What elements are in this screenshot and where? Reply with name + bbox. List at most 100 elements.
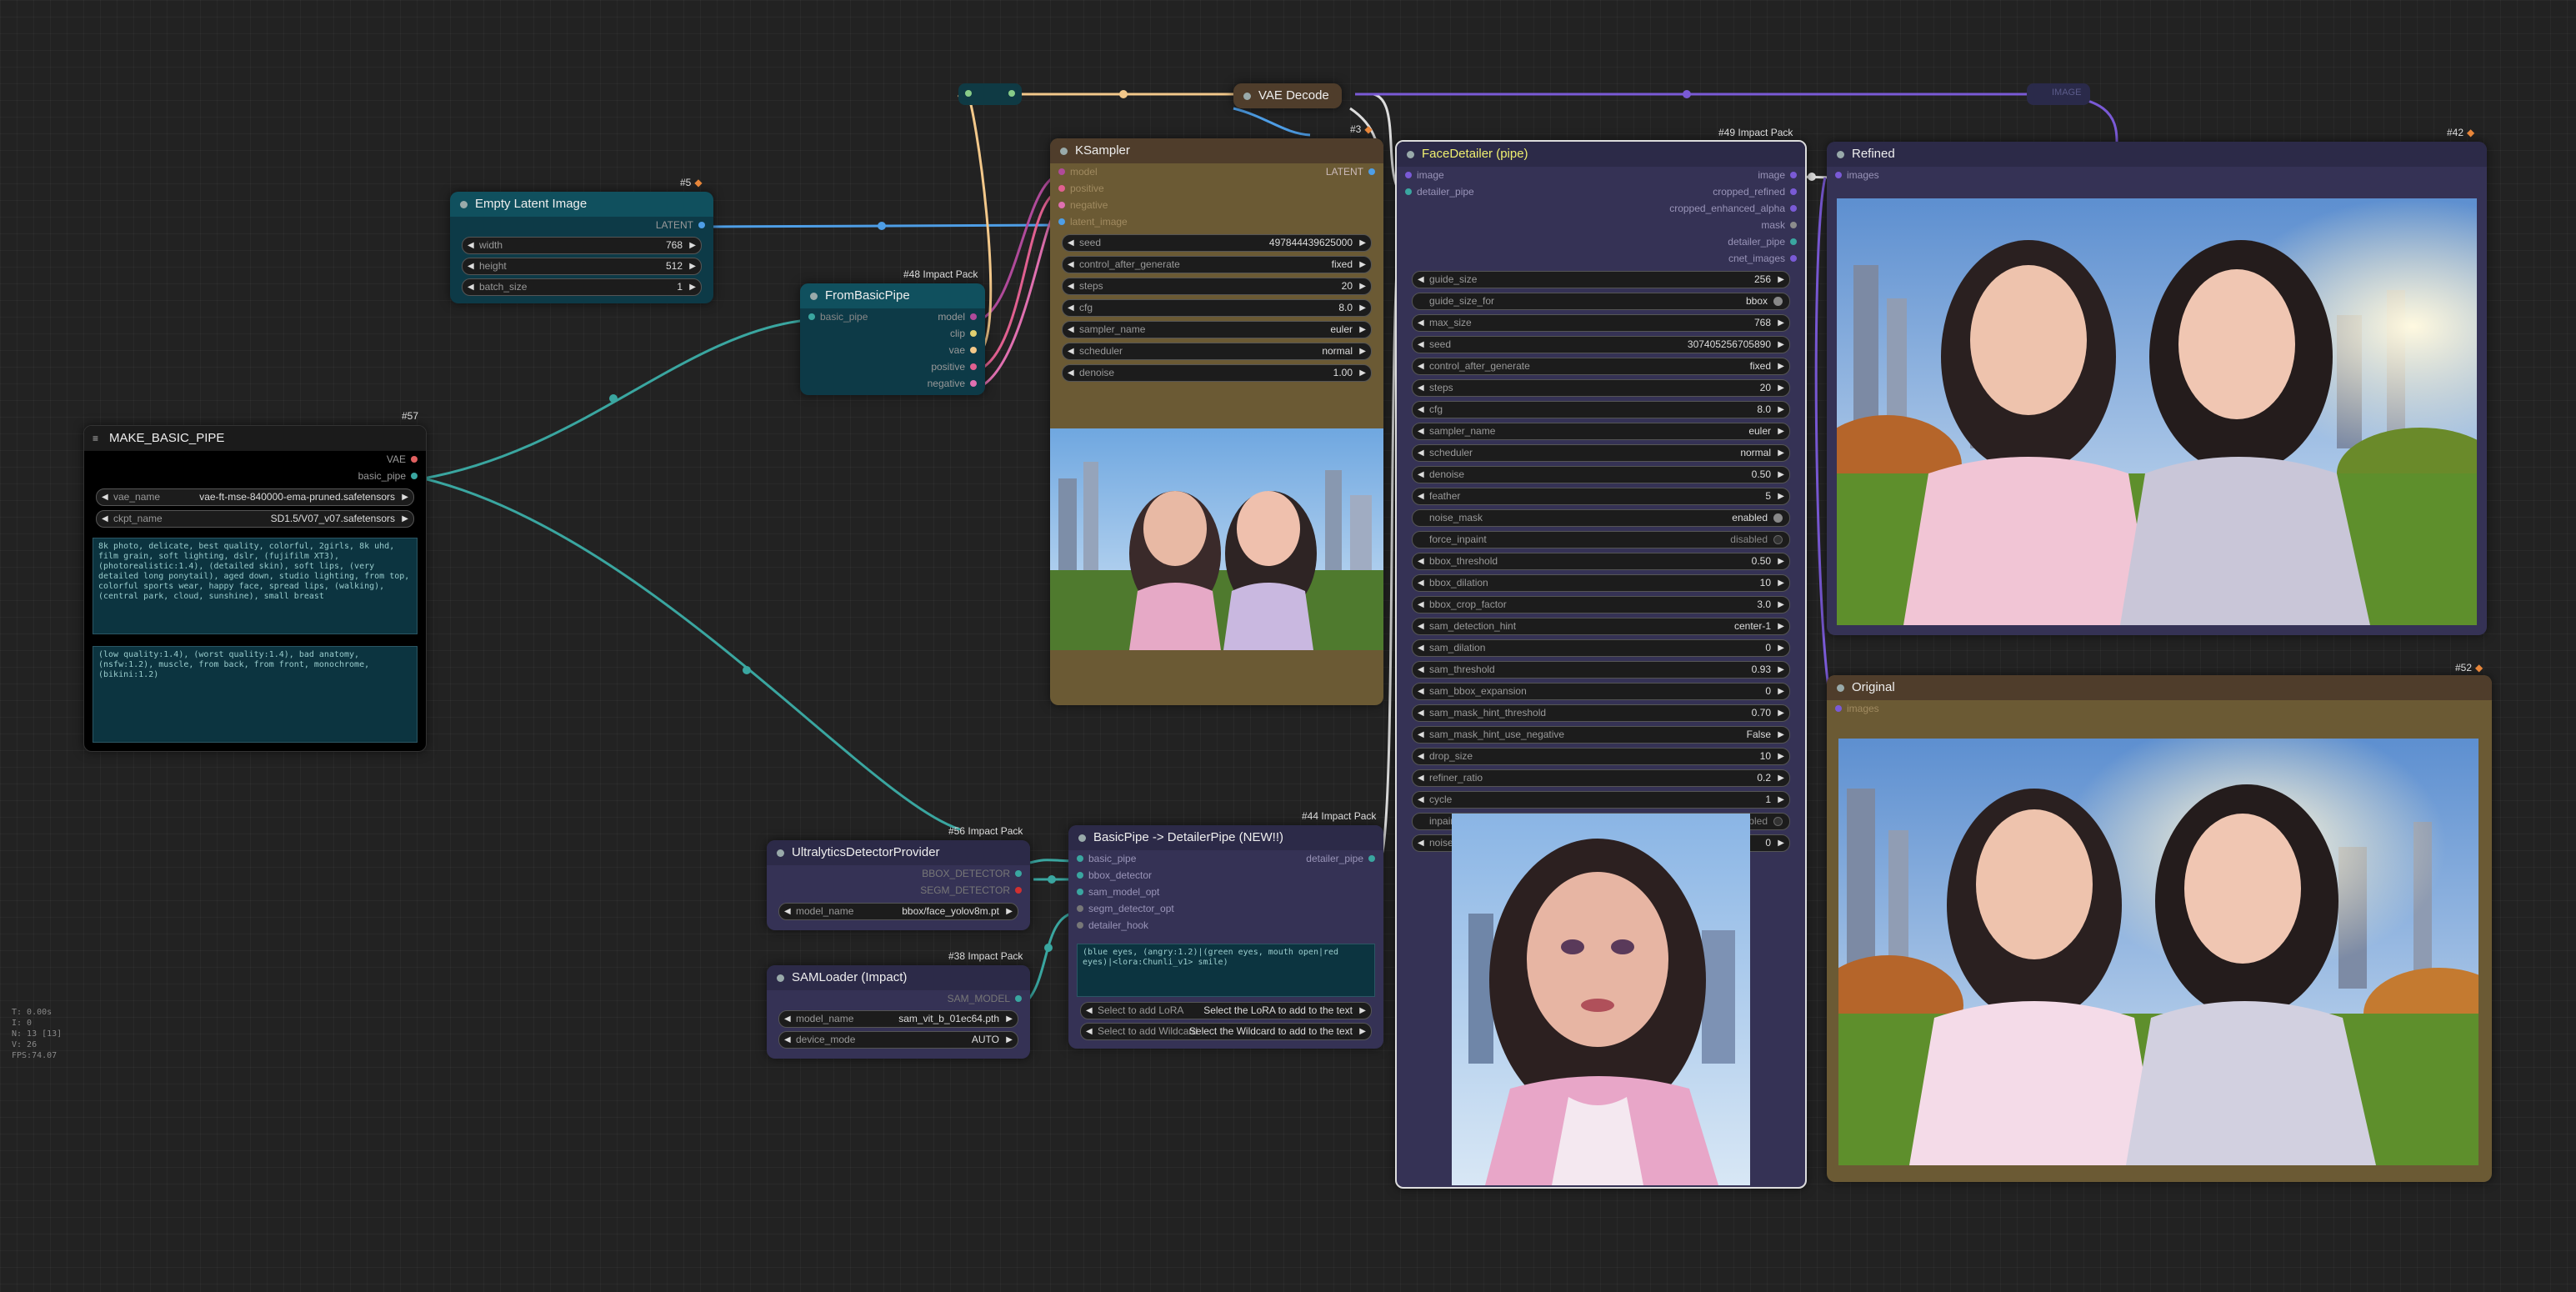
right-arrow-icon[interactable]: ▶ [689,238,696,253]
node-dot-icon[interactable] [460,201,468,208]
seed-widget[interactable]: ◀ seed 497844439625000 ▶ [1062,234,1372,252]
input-model[interactable]: model LATENT [1050,163,1383,180]
input-detailer-pipe[interactable]: detailer_pipe cropped_refined [1397,183,1805,200]
left-arrow-icon[interactable]: ◀ [784,904,791,919]
left-arrow-icon[interactable]: ◀ [1418,662,1424,678]
right-arrow-icon[interactable]: ▶ [1006,1011,1013,1027]
negative-prompt-textarea[interactable]: (low quality:1.4), (worst quality:1.4), … [93,646,418,743]
left-arrow-icon[interactable]: ◀ [468,279,474,295]
toggle-icon[interactable] [1773,817,1783,826]
node-face-detailer[interactable]: FaceDetailer (pipe) image image detailer_… [1395,140,1807,1189]
node-dot-icon[interactable] [1078,834,1086,842]
left-arrow-icon[interactable]: ◀ [1418,705,1424,721]
node-title[interactable]: KSampler [1050,138,1383,163]
input-sam-model-opt[interactable]: sam_model_opt [1068,884,1383,900]
node-samloader[interactable]: SAMLoader (Impact) SAM_MODEL ◀ model_name… [767,965,1030,1059]
left-arrow-icon[interactable]: ◀ [1068,322,1074,338]
node-ultralytics-detector-provider[interactable]: UltralyticsDetectorProvider BBOX_DETECTO… [767,840,1030,930]
node-basicpipe-detailerpipe[interactable]: BasicPipe -> DetailerPipe (NEW!!) basic_… [1068,825,1383,1049]
cycle-widget[interactable]: ◀ cycle 1 ▶ [1412,791,1790,809]
output-positive[interactable]: positive [800,358,985,375]
max-size-widget[interactable]: ◀ max_size 768 ▶ [1412,314,1790,332]
bbox-dilation-widget[interactable]: ◀ bbox_dilation 10 ▶ [1412,574,1790,592]
left-arrow-icon[interactable]: ◀ [1086,1024,1093,1039]
node-title[interactable]: SAMLoader (Impact) [767,965,1030,990]
right-arrow-icon[interactable]: ▶ [402,511,408,527]
output-cropped-enhanced-alpha[interactable]: cropped_enhanced_alpha [1397,200,1805,217]
cfg-widget[interactable]: ◀ cfg 8.0 ▶ [1062,299,1372,317]
node-dot-icon[interactable] [1060,148,1068,155]
left-arrow-icon[interactable]: ◀ [102,489,108,505]
node-dot-icon[interactable] [810,293,818,300]
sam-threshold-widget[interactable]: ◀ sam_threshold 0.93 ▶ [1412,661,1790,679]
output-basic-pipe[interactable]: basic_pipe [84,468,426,484]
guide-size-for-widget[interactable]: guide_size_for bbox [1412,293,1790,310]
node-dot-icon[interactable] [1837,151,1844,158]
reroute-pin[interactable] [965,90,972,97]
input-positive[interactable]: positive [1050,180,1383,197]
toggle-icon[interactable] [1773,535,1783,544]
model-name-widget[interactable]: ◀ model_name bbox/face_yolov8m.pt ▶ [778,903,1018,920]
node-title[interactable]: UltralyticsDetectorProvider [767,840,1030,865]
left-arrow-icon[interactable]: ◀ [1418,315,1424,331]
node-make-basic-pipe[interactable]: ≡ MAKE_BASIC_PIPE VAE basic_pipe ◀ vae_na… [83,425,427,752]
toggle-icon[interactable] [1773,513,1783,523]
width-widget[interactable]: ◀ width 768 ▶ [462,237,702,254]
guide-size-widget[interactable]: ◀ guide_size 256 ▶ [1412,271,1790,288]
sam-mask-hint-threshold-widget[interactable]: ◀ sam_mask_hint_threshold 0.70 ▶ [1412,704,1790,722]
right-arrow-icon[interactable]: ▶ [1778,423,1784,439]
node-dot-icon[interactable] [1243,93,1251,100]
left-arrow-icon[interactable]: ◀ [1418,553,1424,569]
bbox-threshold-widget[interactable]: ◀ bbox_threshold 0.50 ▶ [1412,553,1790,570]
cfg-widget[interactable]: ◀ cfg 8.0 ▶ [1412,401,1790,418]
right-arrow-icon[interactable]: ▶ [1006,904,1013,919]
batch-size-widget[interactable]: ◀ batch_size 1 ▶ [462,278,702,296]
node-empty-latent-image[interactable]: Empty Latent Image LATENT ◀ width 768 ▶ ◀ he… [450,192,713,303]
output-detailer-pipe[interactable]: detailer_pipe [1397,233,1805,250]
scheduler-widget[interactable]: ◀ scheduler normal ▶ [1062,343,1372,360]
sam-mask-hint-use-negative-widget[interactable]: ◀ sam_mask_hint_use_negative False ▶ [1412,726,1790,744]
right-arrow-icon[interactable]: ▶ [1778,380,1784,396]
input-segm-detector-opt[interactable]: segm_detector_opt [1068,900,1383,917]
right-arrow-icon[interactable]: ▶ [402,489,408,505]
right-arrow-icon[interactable]: ▶ [1359,278,1366,294]
right-arrow-icon[interactable]: ▶ [1778,835,1784,851]
node-dot-icon[interactable] [1837,684,1844,692]
denoise-widget[interactable]: ◀ denoise 0.50 ▶ [1412,466,1790,483]
input-latent-image[interactable]: latent_image [1050,213,1383,230]
left-arrow-icon[interactable]: ◀ [784,1032,791,1048]
right-arrow-icon[interactable]: ▶ [1778,727,1784,743]
output-bbox-detector[interactable]: BBOX_DETECTOR [767,865,1030,882]
left-arrow-icon[interactable]: ◀ [1418,488,1424,504]
left-arrow-icon[interactable]: ◀ [1418,272,1424,288]
right-arrow-icon[interactable]: ▶ [1778,662,1784,678]
right-arrow-icon[interactable]: ▶ [1778,337,1784,353]
left-arrow-icon[interactable]: ◀ [1418,358,1424,374]
bbox-crop-factor-widget[interactable]: ◀ bbox_crop_factor 3.0 ▶ [1412,596,1790,613]
input-basic-pipe[interactable]: basic_pipe detailer_pipe [1068,850,1383,867]
right-arrow-icon[interactable]: ▶ [1778,684,1784,699]
left-arrow-icon[interactable]: ◀ [1068,365,1074,381]
right-arrow-icon[interactable]: ▶ [1359,322,1366,338]
node-refined[interactable]: Refined images [1827,142,2487,635]
right-arrow-icon[interactable]: ▶ [1359,365,1366,381]
node-title[interactable]: Empty Latent Image [450,192,713,217]
drop-size-widget[interactable]: ◀ drop_size 10 ▶ [1412,748,1790,765]
node-title[interactable]: Original [1827,675,2492,700]
right-arrow-icon[interactable]: ▶ [1778,770,1784,786]
input-images[interactable]: images [1827,167,2487,183]
model-name-widget[interactable]: ◀ model_name sam_vit_b_01ec64.pth ▶ [778,1010,1018,1028]
node-title[interactable]: Refined [1827,142,2487,167]
right-arrow-icon[interactable]: ▶ [1006,1032,1013,1048]
node-from-basic-pipe[interactable]: FromBasicPipe basic_pipe model clip vae p… [800,283,985,395]
left-arrow-icon[interactable]: ◀ [1418,467,1424,483]
force-inpaint-widget[interactable]: force_inpaint disabled [1412,531,1790,548]
right-arrow-icon[interactable]: ▶ [1778,272,1784,288]
sam-dilation-widget[interactable]: ◀ sam_dilation 0 ▶ [1412,639,1790,657]
seed-widget[interactable]: ◀ seed 307405256705890 ▶ [1412,336,1790,353]
control-after-generate-widget[interactable]: ◀ control_after_generate fixed ▶ [1062,256,1372,273]
node-title[interactable]: FromBasicPipe [800,283,985,308]
left-arrow-icon[interactable]: ◀ [1418,835,1424,851]
reroute-node[interactable] [958,83,1022,105]
left-arrow-icon[interactable]: ◀ [468,258,474,274]
